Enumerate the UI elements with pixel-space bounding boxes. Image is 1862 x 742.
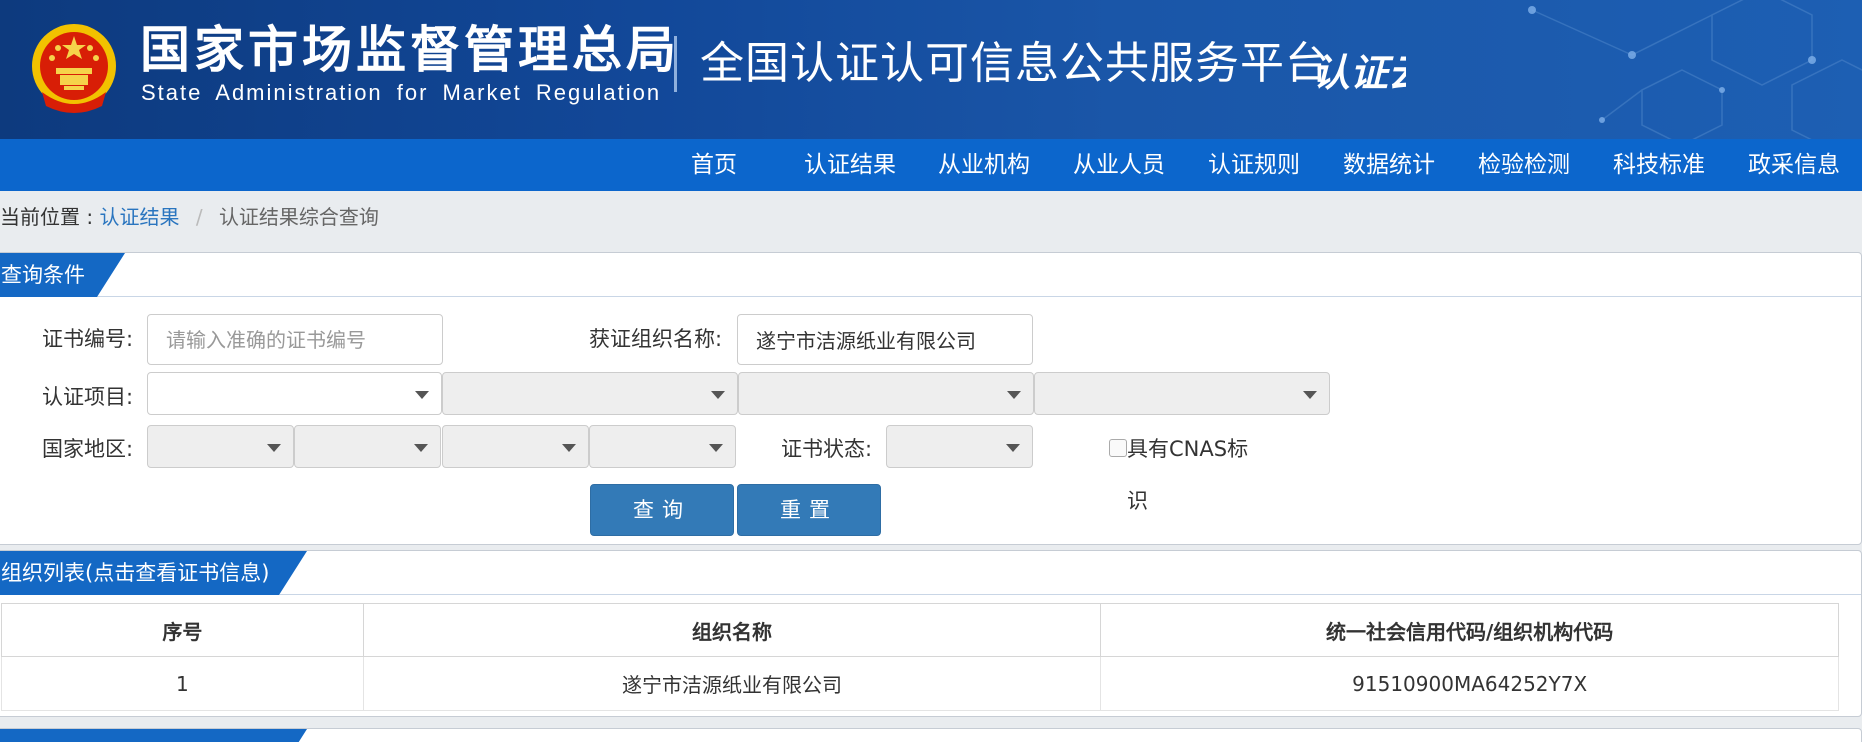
header-divider <box>674 36 677 92</box>
nav-item-procurement[interactable]: 政采信息 <box>1748 139 1840 191</box>
chevron-down-icon <box>1006 444 1020 452</box>
chevron-down-icon <box>1303 391 1317 399</box>
country-select-2[interactable] <box>294 425 441 468</box>
breadcrumb-current: 认证结果综合查询 <box>218 205 379 229</box>
results-panel-header: 组织列表(点击查看证书信息) <box>0 551 1861 595</box>
cnas-label: 具有CNAS标识 <box>1127 437 1249 513</box>
cert-project-select-4[interactable] <box>1034 372 1330 415</box>
platform-title: 全国认证认可信息公共服务平台 <box>700 38 1330 89</box>
nav-item-agencies[interactable]: 从业机构 <box>938 139 1030 191</box>
breadcrumb-separator: / <box>195 205 203 229</box>
next-panel-tab <box>0 729 307 742</box>
breadcrumb: 当前位置 : 认证结果 / 认证结果综合查询 <box>0 200 379 234</box>
nav-item-home[interactable]: 首页 <box>691 139 737 191</box>
nav-item-cert-results[interactable]: 认证结果 <box>804 139 896 191</box>
cert-project-select-1[interactable] <box>147 372 442 415</box>
cnas-checkbox[interactable] <box>1109 439 1127 457</box>
query-panel-title: 查询条件 <box>1 263 85 287</box>
country-label: 国家地区: <box>42 437 134 461</box>
column-header-org-name: 组织名称 <box>362 603 1102 657</box>
brand-logo: 认证云 <box>1312 51 1406 95</box>
results-table: 序号 组织名称 统一社会信用代码/组织机构代码 1 遂宁市洁源纸业有限公司 91… <box>1 603 1839 711</box>
table-header-row: 序号 组织名称 统一社会信用代码/组织机构代码 <box>1 603 1839 657</box>
cert-status-label: 证书状态: <box>781 437 873 461</box>
results-panel-tab: 组织列表(点击查看证书信息) <box>0 551 307 595</box>
chevron-down-icon <box>709 444 723 452</box>
cert-project-label: 认证项目: <box>42 385 134 409</box>
site-header: 国家市场监督管理总局 State Administration for Mark… <box>0 0 1862 139</box>
org-name-label: 获证组织名称: <box>589 327 723 351</box>
table-row[interactable]: 1 遂宁市洁源纸业有限公司 91510900MA64252Y7X <box>1 656 1839 711</box>
column-header-credit-code: 统一社会信用代码/组织机构代码 <box>1100 603 1839 657</box>
chevron-down-icon <box>267 444 281 452</box>
brand-logo-text: 认证云 <box>1312 51 1406 95</box>
nav-item-statistics[interactable]: 数据统计 <box>1343 139 1435 191</box>
cert-no-label: 证书编号: <box>42 327 134 351</box>
nav-item-standards[interactable]: 科技标准 <box>1613 139 1705 191</box>
cell-org-name[interactable]: 遂宁市洁源纸业有限公司 <box>362 656 1102 711</box>
agency-name-cn: 国家市场监督管理总局 <box>140 21 680 79</box>
chevron-down-icon <box>1007 391 1021 399</box>
cert-status-select[interactable] <box>886 425 1033 468</box>
reset-button[interactable]: 重置 <box>737 484 881 536</box>
nav-item-inspection[interactable]: 检验检测 <box>1478 139 1570 191</box>
agency-name-en: State Administration for Market Regulati… <box>141 80 662 105</box>
next-panel <box>0 728 1862 742</box>
chevron-down-icon <box>562 444 576 452</box>
country-select-3[interactable] <box>442 425 589 468</box>
query-panel-header: 查询条件 <box>0 253 1861 297</box>
org-name-input[interactable] <box>737 314 1033 365</box>
results-panel: 组织列表(点击查看证书信息) 序号 组织名称 统一社会信用代码/组织机构代码 1… <box>0 550 1862 717</box>
nav-item-practitioners[interactable]: 从业人员 <box>1073 139 1165 191</box>
query-panel-tab: 查询条件 <box>0 253 125 297</box>
cell-credit-code: 91510900MA64252Y7X <box>1100 656 1839 711</box>
search-button[interactable]: 查询 <box>590 484 734 536</box>
nav-item-cert-rules[interactable]: 认证规则 <box>1208 139 1300 191</box>
country-select-4[interactable] <box>589 425 736 468</box>
column-header-index: 序号 <box>1 603 364 657</box>
chevron-down-icon <box>711 391 725 399</box>
cert-project-select-2[interactable] <box>442 372 738 415</box>
results-panel-title: 组织列表(点击查看证书信息) <box>1 561 270 585</box>
breadcrumb-prefix: 当前位置 : <box>0 205 94 229</box>
query-panel: 查询条件 证书编号: 获证组织名称: 认证项目: 国家地区: 证书状态: 具有C… <box>0 252 1862 545</box>
national-emblem-icon <box>32 24 116 113</box>
main-nav: 首页 认证结果 从业机构 从业人员 认证规则 数据统计 检验检测 科技标准 政采… <box>0 139 1862 191</box>
cert-project-select-3[interactable] <box>738 372 1034 415</box>
chevron-down-icon <box>414 444 428 452</box>
country-select-1[interactable] <box>147 425 294 468</box>
breadcrumb-link-cert-results[interactable]: 认证结果 <box>99 205 179 229</box>
cell-index: 1 <box>1 656 364 711</box>
cert-no-input[interactable] <box>147 314 443 365</box>
chevron-down-icon <box>415 391 429 399</box>
